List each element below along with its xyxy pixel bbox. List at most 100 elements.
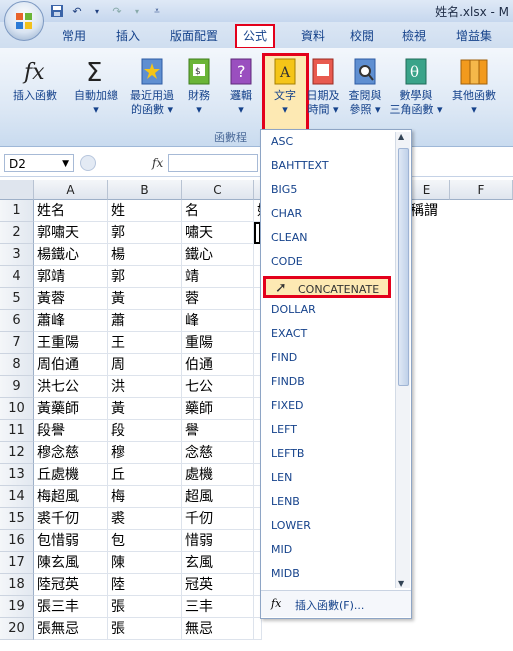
table-cell[interactable]: 譽 <box>182 420 254 442</box>
table-cell[interactable]: 蓉 <box>182 288 254 310</box>
row-header[interactable]: 11 <box>0 420 34 442</box>
tab-view[interactable]: 檢視 <box>402 27 426 44</box>
table-cell[interactable]: 郭靖 <box>34 266 108 288</box>
save-icon[interactable] <box>50 4 64 18</box>
menu-item-midb[interactable]: MIDB <box>271 564 300 584</box>
tab-insert[interactable]: 插入 <box>116 27 140 44</box>
row-header[interactable]: 6 <box>0 310 34 332</box>
table-cell[interactable]: 重陽 <box>182 332 254 354</box>
table-cell[interactable]: 姓名 <box>34 200 108 222</box>
customize-qat-icon[interactable]: ⩡ <box>150 4 164 18</box>
insert-function-fx-icon[interactable]: fx <box>152 156 163 170</box>
table-cell[interactable]: 楊 <box>108 244 182 266</box>
menu-item-left[interactable]: LEFT <box>271 420 297 440</box>
table-cell[interactable]: 鐵心 <box>182 244 254 266</box>
table-cell[interactable]: 梅超風 <box>34 486 108 508</box>
office-button[interactable] <box>4 1 44 41</box>
table-cell[interactable]: 王重陽 <box>34 332 108 354</box>
redo-icon[interactable]: ↷ <box>110 4 124 18</box>
row-header[interactable]: 20 <box>0 618 34 640</box>
row-header[interactable]: 2 <box>0 222 34 244</box>
tab-add-ins[interactable]: 增益集 <box>456 27 492 44</box>
menu-scrollbar[interactable]: ▲ ▼ <box>395 132 410 588</box>
table-cell[interactable]: 伯通 <box>182 354 254 376</box>
menu-item-asc[interactable]: ASC <box>271 132 293 152</box>
insert-function-button[interactable]: fx 插入函數 <box>10 55 60 103</box>
formula-bar-splitter-icon[interactable] <box>80 155 96 171</box>
undo-icon[interactable]: ↶ <box>70 4 84 18</box>
row-header[interactable]: 12 <box>0 442 34 464</box>
tab-home[interactable]: 常用 <box>62 27 86 44</box>
logical-button[interactable]: ? 邏輯 ▾ <box>218 55 264 117</box>
table-cell[interactable]: 張無忌 <box>34 618 108 640</box>
menu-item-code[interactable]: CODE <box>271 252 303 272</box>
scrollbar-thumb[interactable] <box>398 148 409 386</box>
menu-item-fixed[interactable]: FIXED <box>271 396 304 416</box>
table-cell[interactable]: 靖 <box>182 266 254 288</box>
scroll-up-icon[interactable]: ▲ <box>398 132 404 141</box>
table-cell[interactable]: 峰 <box>182 310 254 332</box>
table-cell[interactable]: 丘處機 <box>34 464 108 486</box>
financial-button[interactable]: $ 財務 ▾ <box>176 55 222 117</box>
table-cell[interactable]: 周 <box>108 354 182 376</box>
table-cell[interactable]: 洪七公 <box>34 376 108 398</box>
table-cell[interactable]: 黃 <box>108 398 182 420</box>
recently-used-button[interactable]: 最近用過 的函數 ▾ <box>124 55 180 117</box>
table-cell[interactable] <box>254 618 262 640</box>
table-cell[interactable]: 冠英 <box>182 574 254 596</box>
row-header[interactable]: 3 <box>0 244 34 266</box>
menu-item-lenb[interactable]: LENB <box>271 492 300 512</box>
menu-item-clean[interactable]: CLEAN <box>271 228 308 248</box>
tab-review[interactable]: 校閱 <box>350 27 374 44</box>
row-header[interactable]: 18 <box>0 574 34 596</box>
row-header[interactable]: 13 <box>0 464 34 486</box>
row-header[interactable]: 1 <box>0 200 34 222</box>
table-cell[interactable]: 念慈 <box>182 442 254 464</box>
column-header-a[interactable]: A <box>34 180 108 200</box>
table-cell[interactable]: 穆 <box>108 442 182 464</box>
row-header[interactable]: 9 <box>0 376 34 398</box>
table-cell[interactable]: 陸冠英 <box>34 574 108 596</box>
menu-item-find[interactable]: FIND <box>271 348 297 368</box>
more-functions-button[interactable]: 其他函數 ▾ <box>446 55 502 117</box>
table-cell[interactable]: 丘 <box>108 464 182 486</box>
row-header[interactable]: 14 <box>0 486 34 508</box>
table-cell[interactable]: 藥師 <box>182 398 254 420</box>
table-cell[interactable]: 周伯通 <box>34 354 108 376</box>
menu-item-mid[interactable]: MID <box>271 540 292 560</box>
table-cell[interactable]: 段 <box>108 420 182 442</box>
tab-formulas[interactable]: 公式 <box>235 24 276 49</box>
redo-dropdown-icon[interactable]: ▾ <box>130 4 144 18</box>
menu-item-len[interactable]: LEN <box>271 468 292 488</box>
column-header-b[interactable]: B <box>108 180 182 200</box>
row-header[interactable]: 5 <box>0 288 34 310</box>
menu-item-exact[interactable]: EXACT <box>271 324 307 344</box>
row-header[interactable]: 19 <box>0 596 34 618</box>
table-cell[interactable]: 王 <box>108 332 182 354</box>
table-cell[interactable]: 玄風 <box>182 552 254 574</box>
math-trig-button[interactable]: θ 數學與 三角函數 ▾ <box>388 55 444 117</box>
table-cell[interactable]: 段譽 <box>34 420 108 442</box>
table-cell[interactable]: 三丰 <box>182 596 254 618</box>
table-cell[interactable]: 洪 <box>108 376 182 398</box>
row-header[interactable]: 15 <box>0 508 34 530</box>
table-cell[interactable]: 郭嘯天 <box>34 222 108 244</box>
table-cell[interactable]: 七公 <box>182 376 254 398</box>
table-cell[interactable]: 梅 <box>108 486 182 508</box>
table-cell[interactable]: 黃藥師 <box>34 398 108 420</box>
table-cell[interactable]: 黃蓉 <box>34 288 108 310</box>
select-all-corner[interactable] <box>0 180 34 200</box>
date-time-button[interactable]: 日期及 時間 ▾ <box>300 55 346 117</box>
table-cell[interactable]: 張 <box>108 618 182 640</box>
table-cell[interactable]: 超風 <box>182 486 254 508</box>
table-cell[interactable]: 嘯天 <box>182 222 254 244</box>
menu-item-leftb[interactable]: LEFTB <box>271 444 304 464</box>
name-box[interactable]: D2 ▼ <box>4 154 74 172</box>
row-header[interactable]: 8 <box>0 354 34 376</box>
insert-function-menu-item[interactable]: fx 插入函數(F)... <box>261 590 411 617</box>
row-header[interactable]: 4 <box>0 266 34 288</box>
menu-item-lower[interactable]: LOWER <box>271 516 311 536</box>
table-cell[interactable]: 千仞 <box>182 508 254 530</box>
tab-data[interactable]: 資料 <box>301 27 325 44</box>
menu-item-dollar[interactable]: DOLLAR <box>271 300 316 320</box>
